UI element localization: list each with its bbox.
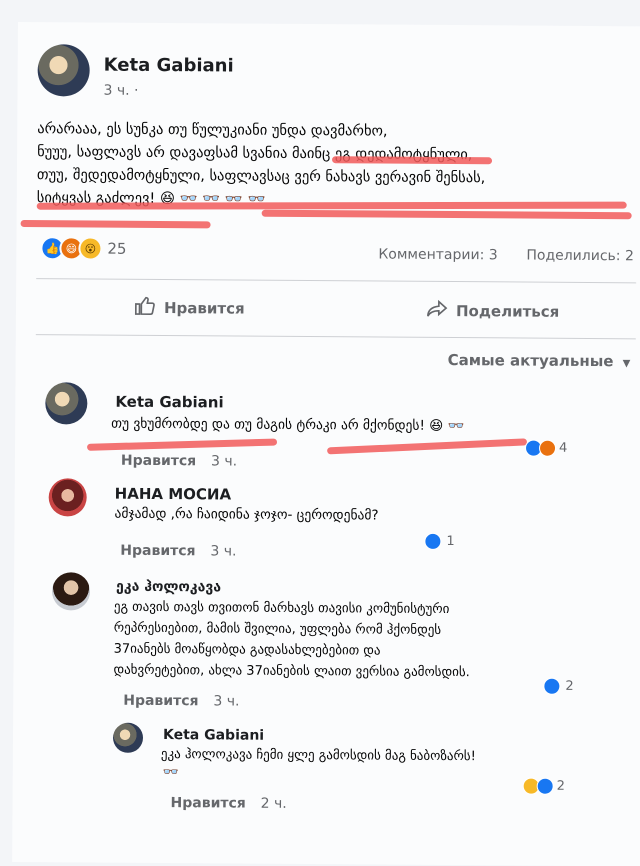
like-reaction-icon: [424, 532, 442, 550]
like-reaction-icon: [543, 677, 561, 695]
reaction-count: 25: [107, 239, 127, 258]
comment-time[interactable]: 3 ч.: [210, 543, 236, 559]
comments-count-link[interactable]: Комментарии: 3: [378, 247, 497, 264]
comment-like-row: Нравится 3 ч.: [120, 543, 236, 560]
comment-like-row: Нравится 3 ч.: [121, 453, 237, 470]
share-button-label: Поделиться: [455, 302, 560, 321]
like-button[interactable]: Нравится: [134, 295, 245, 322]
highlight-mark: [36, 201, 627, 210]
comment-avatar[interactable]: [45, 382, 88, 425]
comment-like-row: Нравится 3 ч.: [123, 693, 239, 710]
comment-author[interactable]: Keta Gabiani: [115, 393, 223, 412]
wow-reaction-icon: 😮: [78, 236, 103, 261]
post-reactions[interactable]: 👍 😄 😮 25: [40, 236, 127, 261]
comment-avatar[interactable]: [48, 478, 87, 517]
post-author-name[interactable]: Keta Gabiani: [104, 55, 234, 77]
reply-emoji: 👓: [162, 765, 180, 781]
post-timestamp[interactable]: 3 ч. ·: [103, 83, 138, 99]
like-reaction-icon: [536, 777, 554, 795]
comment-time[interactable]: 3 ч.: [213, 693, 239, 709]
comment-avatar[interactable]: [51, 572, 91, 611]
reply-author[interactable]: Keta Gabiani: [163, 727, 264, 744]
highlight-mark: [20, 220, 211, 229]
reply-like-button[interactable]: Нравится: [170, 795, 245, 812]
comment-reactions[interactable]: 2: [543, 677, 574, 695]
comment-reactions[interactable]: 4: [524, 439, 568, 457]
reply-react-count: 2: [556, 778, 566, 794]
comment-like-button[interactable]: Нравится: [121, 453, 196, 470]
comment-react-count: 1: [446, 534, 455, 550]
comment-reactions[interactable]: 1: [424, 532, 455, 550]
post-card: Keta Gabiani 3 ч. · არარააა, ეს სუნკა თუ…: [12, 22, 640, 866]
highlight-mark: [261, 209, 632, 220]
comment-text: ეგ თავის თავს თვითონ მარხავს თავისი კომუ…: [113, 597, 594, 684]
highlight-mark: [332, 156, 493, 165]
reply-reactions[interactable]: 2: [522, 777, 566, 795]
like-button-label: Нравится: [163, 299, 245, 318]
reply-text: ეკა ჰოლოკავა ჩემი ყლე გამოსდის მაგ ნაბოზ…: [160, 747, 476, 765]
comment-time[interactable]: 3 ч.: [211, 453, 237, 469]
reply-avatar[interactable]: [112, 722, 144, 753]
thumbs-up-icon: [134, 295, 156, 321]
comment-author[interactable]: НАНА МОСИА: [115, 485, 232, 504]
share-arrow-icon: [426, 299, 448, 323]
highlight-mark: [326, 438, 528, 455]
haha-reaction-icon: [538, 439, 557, 457]
comment-like-button[interactable]: Нравится: [123, 693, 198, 710]
divider: [35, 334, 636, 340]
comment-react-count: 2: [565, 678, 574, 694]
comment-text-line: დახვრეტებით, ახლა 37იანების ლაით ვერსია …: [113, 662, 470, 681]
comment-react-count: 4: [558, 440, 568, 456]
share-button[interactable]: Поделиться: [426, 299, 560, 324]
highlight-mark: [86, 438, 278, 451]
comment-author[interactable]: ეკა ჰოლოკავა: [116, 579, 221, 596]
sort-label: Самые актуальные: [447, 351, 614, 371]
comment-sort-dropdown[interactable]: Самые актуальные ▼: [448, 351, 631, 370]
comment-text: თუ ვხუმრობდე და თუ მაგის ტრაკი არ მქონდე…: [111, 415, 465, 435]
divider: [36, 278, 637, 284]
reply-time[interactable]: 2 ч.: [261, 796, 287, 812]
caret-down-icon: ▼: [622, 358, 631, 370]
comment-like-button[interactable]: Нравится: [120, 543, 195, 560]
comment-text: ამჯამად ,რა ჩაიდინა ჯოჯო- ცეროდენამ?: [114, 505, 379, 524]
post-text: არარააა, ეს სუნკა თუ წულუკიანი უნდა დავმ…: [37, 118, 640, 214]
reply-like-row: Нравится 2 ч.: [170, 795, 286, 812]
shares-count-link[interactable]: Поделились: 2: [526, 248, 634, 265]
post-author-avatar[interactable]: [37, 44, 90, 97]
